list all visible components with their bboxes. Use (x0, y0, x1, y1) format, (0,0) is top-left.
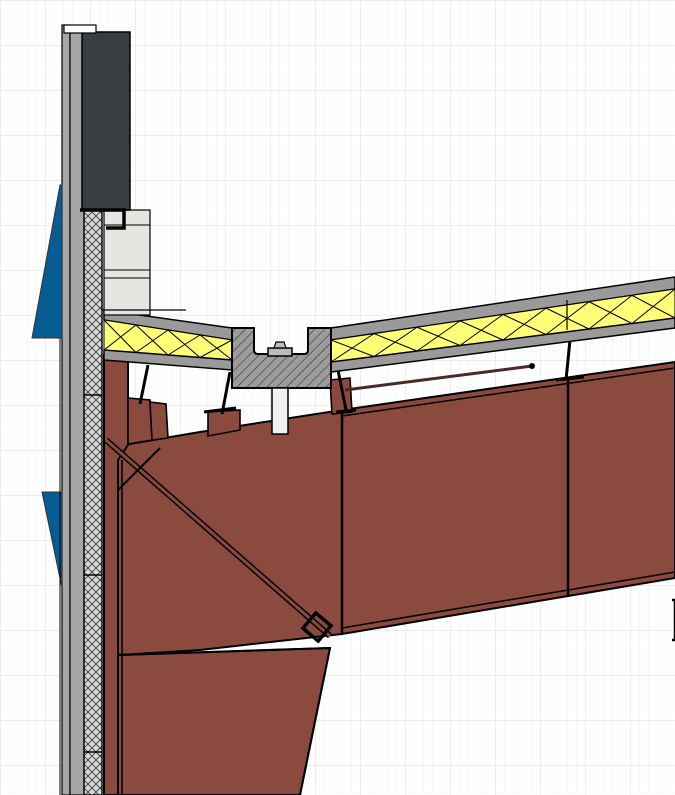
downpipe (271, 387, 289, 435)
purlin-base-2 (335, 408, 357, 414)
steel-column-lower (117, 646, 332, 795)
gutter-outlet-cap (273, 341, 287, 349)
wall-cladding-outer (61, 24, 71, 795)
tie-rod-end (529, 363, 535, 369)
knee-plate-2 (149, 401, 169, 441)
parapet-panel (103, 209, 151, 316)
knee-plate-1 (127, 397, 153, 445)
detail-drawing (0, 0, 675, 795)
detail-drawing-canvas (0, 0, 675, 795)
wall-insulation (83, 209, 103, 795)
parapet-top-trim (63, 24, 97, 34)
parapet-cap (81, 31, 131, 211)
gutter-outlet (267, 347, 293, 357)
